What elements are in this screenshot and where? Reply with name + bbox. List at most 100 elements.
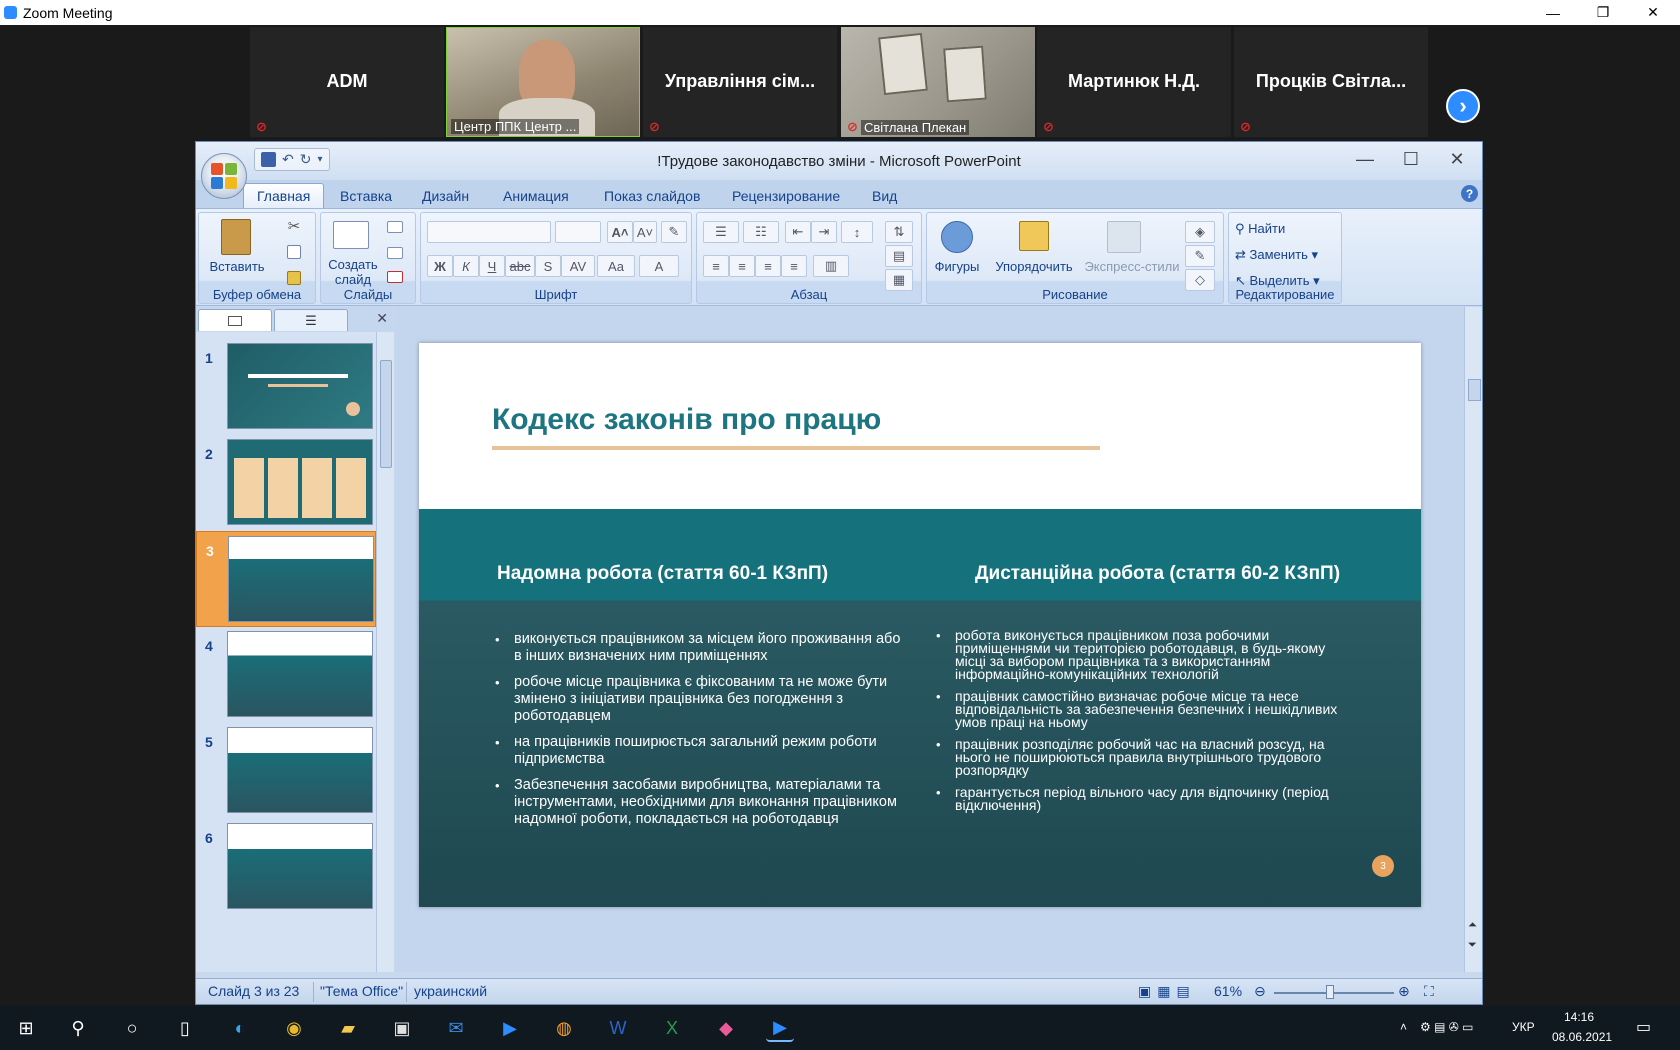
grow-font-icon[interactable]: A˄ [607,221,633,243]
minimize-icon[interactable]: — [1530,0,1576,25]
ppt-minimize-icon[interactable]: — [1342,144,1388,174]
slide-scrollbar[interactable]: ⏶ ⏷ [1464,307,1482,972]
cut-icon[interactable]: ✂ [285,219,303,234]
search-icon[interactable]: ⚲ [64,1014,92,1042]
align-center-icon[interactable]: ≡ [729,255,755,277]
chrome-icon[interactable]: ◉ [280,1014,308,1042]
tray-chevron-icon[interactable]: ˄ [1400,1020,1407,1034]
mail-icon[interactable]: ✉ [442,1014,470,1042]
align-right-icon[interactable]: ≡ [755,255,781,277]
participant-tile[interactable]: Процків Світла... ⊘ [1234,27,1428,137]
layout-icon[interactable] [387,221,403,233]
date[interactable]: 08.06.2021 [1552,1030,1612,1044]
slides-tab[interactable] [198,309,272,331]
excel-icon[interactable]: X [658,1014,686,1042]
delete-slide-icon[interactable] [387,271,403,283]
close-icon[interactable]: ✕ [1630,0,1676,25]
help-icon[interactable]: ? [1461,185,1478,202]
shape-fill-icon[interactable]: ◈ [1185,221,1215,243]
file-explorer-icon[interactable]: ▰ [334,1014,362,1042]
text-direction-icon[interactable]: ⇅ [885,221,913,243]
paint-icon[interactable]: ◆ [712,1014,740,1042]
clear-format-icon[interactable]: ✎ [661,221,687,243]
format-painter-icon[interactable] [287,271,301,285]
slide-thumbnail[interactable]: 1 [196,339,376,435]
zoom-level[interactable]: 61% [1214,983,1242,999]
columns-icon[interactable]: ▥ [813,255,849,277]
edge-icon[interactable]: ◐ [226,1014,254,1042]
justify-icon[interactable]: ≡ [781,255,807,277]
arrange-button[interactable]: Упорядочить [987,259,1081,274]
undo-icon[interactable]: ↶ [282,151,294,168]
bold-button[interactable]: Ж [427,255,453,277]
pane-close-icon[interactable]: ✕ [376,310,388,327]
font-size-select[interactable] [555,221,601,243]
shrink-font-icon[interactable]: A˅ [633,221,657,243]
language-indicator[interactable]: украинский [414,983,487,999]
change-case-button[interactable]: Aa [597,255,635,277]
participant-tile[interactable]: ADM ⊘ [250,27,444,137]
next-slide-icon[interactable]: ⏷ [1468,939,1477,952]
scrollbar-thumb[interactable] [380,360,392,468]
replace-button[interactable]: ⇄ Заменить ▾ [1235,247,1318,262]
font-name-select[interactable] [427,221,551,243]
reset-icon[interactable] [387,247,403,259]
browser-icon[interactable]: ◍ [550,1014,578,1042]
windows-start-icon[interactable]: ⊞ [12,1014,40,1042]
tab-review[interactable]: Рецензирование [719,183,853,208]
next-participants-button[interactable]: › [1446,89,1480,123]
paste-button[interactable]: Вставить [205,259,269,274]
prev-slide-icon[interactable]: ⏶ [1468,919,1477,932]
word-icon[interactable]: W [604,1014,632,1042]
slide-thumbnail[interactable]: 2 [196,435,376,531]
tray-icons[interactable]: ⚙ ▤ ✇ ▭ [1420,1020,1474,1034]
restore-icon[interactable]: ❐ [1580,0,1626,25]
shape-outline-icon[interactable]: ✎ [1185,245,1215,267]
slide-thumbnail[interactable]: 5 [196,723,376,819]
participant-tile[interactable]: Світлана Плекан ⊘ [841,27,1035,137]
slide-thumbnail-selected[interactable]: 3 [196,531,376,627]
tab-insert[interactable]: Вставка [327,183,405,208]
strikethrough-button[interactable]: abc [505,255,535,277]
participant-tile[interactable]: Мартинюк Н.Д. ⊘ [1037,27,1231,137]
bullets-icon[interactable]: ☰ [703,221,739,243]
quick-styles-button[interactable]: Экспресс-стили [1077,259,1187,274]
align-text-icon[interactable]: ▤ [885,245,913,267]
ppt-close-icon[interactable]: ✕ [1434,144,1480,174]
align-left-icon[interactable]: ≡ [703,255,729,277]
new-slide-button[interactable]: Создать слайд [325,257,381,287]
increase-indent-icon[interactable]: ⇥ [811,221,837,243]
cortana-icon[interactable]: ○ [118,1014,146,1042]
thumbnails-scrollbar[interactable] [376,332,394,972]
redo-icon[interactable]: ↻ [300,151,312,168]
tab-design[interactable]: Дизайн [409,183,482,208]
char-spacing-button[interactable]: AV [561,255,595,277]
tab-animation[interactable]: Анимация [490,183,582,208]
copy-icon[interactable] [287,245,301,259]
tab-home[interactable]: Главная [243,183,325,208]
participant-tile[interactable]: Центр ППК Центр ... [446,27,640,137]
office-button[interactable] [201,153,247,199]
select-button[interactable]: ↖ Выделить ▾ [1235,273,1320,288]
slide-thumbnail[interactable]: 6 [196,819,376,915]
language-indicator[interactable]: УКР [1512,1020,1535,1034]
italic-button[interactable]: К [453,255,479,277]
ppt-maximize-icon[interactable]: ☐ [1388,144,1434,174]
qat-dropdown-icon[interactable]: ▾ [317,154,322,165]
zoom-app-icon[interactable]: ▶ [496,1014,524,1042]
tab-slideshow[interactable]: Показ слайдов [591,183,713,208]
save-icon[interactable] [261,152,276,167]
zoom-out-icon[interactable]: ⊖ [1254,983,1266,1000]
decrease-indent-icon[interactable]: ⇤ [785,221,811,243]
shadow-button[interactable]: S [535,255,561,277]
zoom-in-icon[interactable]: ⊕ [1398,983,1410,1000]
tab-view[interactable]: Вид [859,183,910,208]
underline-button[interactable]: Ч [479,255,505,277]
outline-tab[interactable]: ☰ [274,309,348,331]
fit-slide-icon[interactable]: ⛶ [1424,983,1434,1000]
view-buttons[interactable]: ▣▦▤ [1138,983,1196,1000]
scrollbar-thumb[interactable] [1468,379,1481,401]
task-view-icon[interactable]: ▯ [171,1014,199,1042]
find-button[interactable]: ⚲ Найти [1235,221,1285,236]
notifications-icon[interactable]: ▭ [1636,1017,1651,1037]
